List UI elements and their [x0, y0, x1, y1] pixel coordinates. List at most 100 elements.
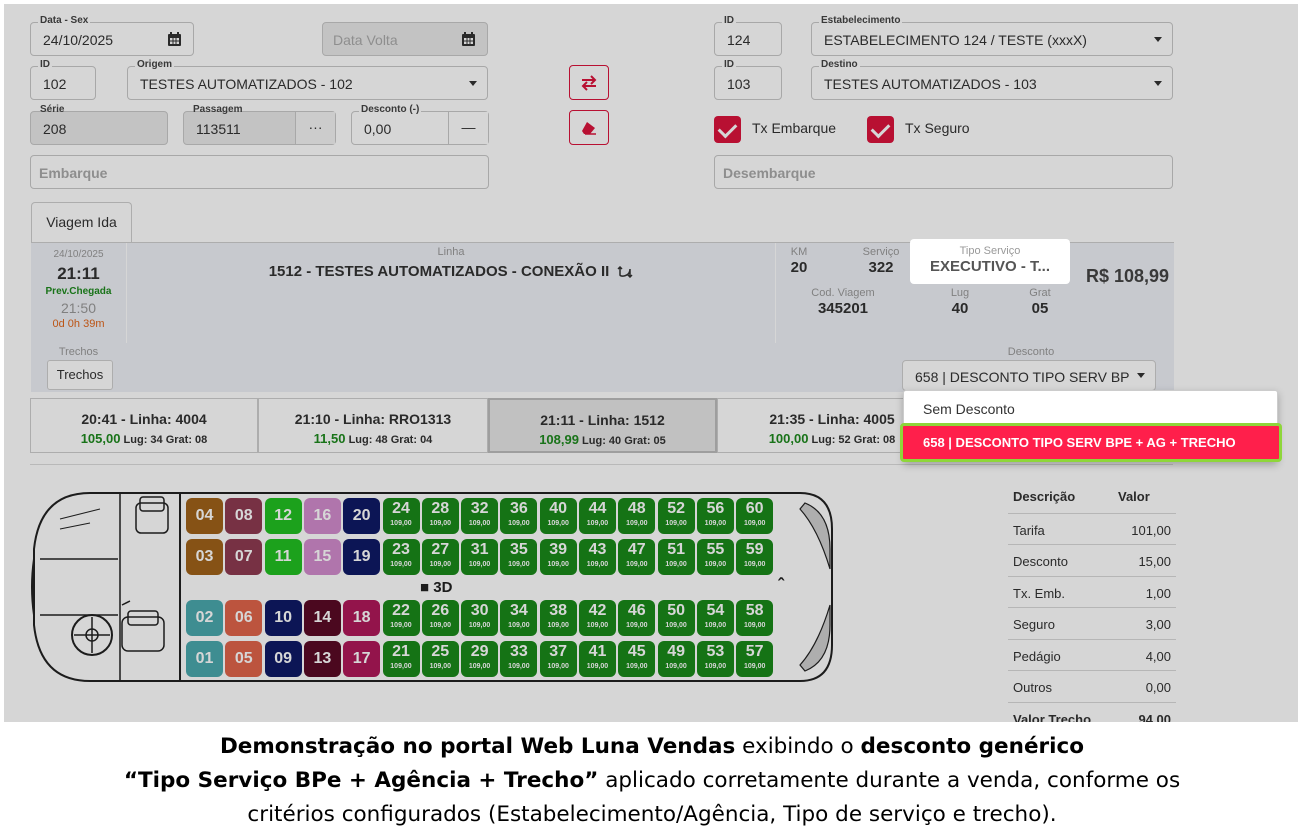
seat-41[interactable]: 41 109,00 — [579, 641, 616, 677]
estabelecimento-id-field[interactable]: ID 124 — [714, 15, 782, 56]
summary-header-desc: Descrição — [1013, 489, 1076, 504]
seat-04[interactable]: 04 — [186, 498, 223, 534]
trip-time: 21:11 — [57, 264, 100, 283]
seat-16[interactable]: 16 — [303, 498, 341, 534]
seat-09[interactable]: 09 — [264, 641, 302, 677]
destino-id-field[interactable]: ID 103 — [714, 59, 782, 100]
seat-42[interactable]: 42 109,00 — [579, 600, 616, 636]
seat-05[interactable]: 05 — [225, 641, 263, 677]
seat-number: 56 — [706, 500, 725, 517]
trip-option-2[interactable]: 21:10 - Linha: RRO1313 11,50 Lug: 48 Gra… — [258, 398, 488, 453]
destino-select[interactable]: Destino TESTES AUTOMATIZADOS - 103 — [811, 59, 1173, 100]
estabelecimento-select[interactable]: Estabelecimento ESTABELECIMENTO 124 / TE… — [811, 15, 1173, 56]
tx-seguro-checkbox[interactable] — [867, 116, 894, 143]
seat-price: 109,00 — [704, 622, 727, 629]
seat-27[interactable]: 27 109,00 — [421, 539, 459, 575]
eraser-icon — [582, 122, 596, 135]
seat-48[interactable]: 48 109,00 — [618, 498, 656, 534]
seat-59[interactable]: 59 109,00 — [736, 539, 774, 575]
seat-01[interactable]: 01 — [186, 641, 223, 677]
seat-14[interactable]: 14 — [303, 600, 341, 636]
data-ida-field[interactable]: Data - Sex 24/10/2025 — [30, 15, 194, 56]
dropdown-option-desconto-label: 658 | DESCONTO TIPO SERV BPE + AG + TREC… — [923, 435, 1236, 450]
seat-12[interactable]: 12 — [264, 498, 302, 534]
seat-60[interactable]: 60 109,00 — [736, 498, 774, 534]
seat-34[interactable]: 34 109,00 — [500, 600, 538, 636]
seat-40[interactable]: 40 109,00 — [539, 498, 577, 534]
seat-50[interactable]: 50 109,00 — [657, 600, 695, 636]
seat-24[interactable]: 24 109,00 — [382, 498, 420, 534]
clear-button[interactable] — [569, 110, 609, 145]
seat-18[interactable]: 18 — [343, 600, 381, 636]
summary-total-row: Valor Trecho 94,00 — [1008, 703, 1176, 723]
seat-17[interactable]: 17 — [343, 641, 381, 677]
desconto-field[interactable]: Desconto (-) 0,00 — — [351, 104, 489, 145]
seat-19[interactable]: 19 — [343, 539, 381, 575]
passagem-field[interactable]: Passagem 113511 ··· — [183, 104, 336, 145]
seat-28[interactable]: 28 109,00 — [421, 498, 459, 534]
seat-52[interactable]: 52 109,00 — [657, 498, 695, 534]
seat-56[interactable]: 56 109,00 — [696, 498, 734, 534]
calendar-icon[interactable] — [168, 32, 181, 46]
seat-53[interactable]: 53 109,00 — [696, 641, 734, 677]
tab-viagem-ida[interactable]: Viagem Ida — [31, 202, 132, 242]
seat-15[interactable]: 15 — [303, 539, 341, 575]
dropdown-option-desconto-658[interactable]: 658 | DESCONTO TIPO SERV BPE + AG + TREC… — [900, 423, 1282, 462]
seat-10[interactable]: 10 — [264, 600, 302, 636]
origem-select[interactable]: Origem TESTES AUTOMATIZADOS - 102 — [127, 59, 488, 100]
seat-44[interactable]: 44 109,00 — [579, 498, 616, 534]
seat-02[interactable]: 02 — [186, 600, 223, 636]
trip-option-1[interactable]: 20:41 - Linha: 4004 105,00 Lug: 34 Grat:… — [30, 398, 258, 453]
desembarque-field[interactable]: Desembarque — [714, 155, 1173, 189]
seat-20[interactable]: 20 — [343, 498, 381, 534]
seat-25[interactable]: 25 109,00 — [421, 641, 459, 677]
seat-46[interactable]: 46 109,00 — [618, 600, 656, 636]
seat-45[interactable]: 45 109,00 — [618, 641, 656, 677]
seat-43[interactable]: 43 109,00 — [579, 539, 616, 575]
seat-38[interactable]: 38 109,00 — [539, 600, 577, 636]
seat-37[interactable]: 37 109,00 — [539, 641, 577, 677]
seat-33[interactable]: 33 109,00 — [500, 641, 538, 677]
seat-22[interactable]: 22 109,00 — [382, 600, 420, 636]
data-volta-field[interactable]: Data Volta — [322, 22, 488, 56]
seat-23[interactable]: 23 109,00 — [382, 539, 420, 575]
seat-54[interactable]: 54 109,00 — [696, 600, 734, 636]
dropdown-option-sem-desconto[interactable]: Sem Desconto — [923, 401, 1015, 417]
seat-49[interactable]: 49 109,00 — [657, 641, 695, 677]
calendar-icon[interactable] — [462, 32, 475, 46]
seat-07[interactable]: 07 — [225, 539, 263, 575]
tx-embarque-checkbox[interactable] — [714, 116, 741, 143]
desconto-minus-button[interactable]: — — [448, 112, 488, 144]
seat-51[interactable]: 51 109,00 — [657, 539, 695, 575]
seat-06[interactable]: 06 — [225, 600, 263, 636]
seat-11[interactable]: 11 — [264, 539, 302, 575]
summary-val: 1,00 — [1145, 585, 1171, 601]
seat-price: 109,00 — [468, 520, 491, 527]
seat-number: 40 — [549, 500, 568, 517]
seat-47[interactable]: 47 109,00 — [618, 539, 656, 575]
swap-route-button[interactable] — [569, 65, 609, 100]
seat-03[interactable]: 03 — [186, 539, 223, 575]
seat-32[interactable]: 32 109,00 — [461, 498, 499, 534]
seat-36[interactable]: 36 109,00 — [500, 498, 538, 534]
seat-55[interactable]: 55 109,00 — [696, 539, 734, 575]
seat-31[interactable]: 31 109,00 — [461, 539, 499, 575]
seat-39[interactable]: 39 109,00 — [539, 539, 577, 575]
seat-08[interactable]: 08 — [225, 498, 263, 534]
seat-26[interactable]: 26 109,00 — [421, 600, 459, 636]
seat-30[interactable]: 30 109,00 — [461, 600, 499, 636]
seat-13[interactable]: 13 — [303, 641, 341, 677]
seat-35[interactable]: 35 109,00 — [500, 539, 538, 575]
embarque-field[interactable]: Embarque — [30, 155, 489, 189]
summary-desc: Pedágio — [1013, 648, 1061, 664]
seat-21[interactable]: 21 109,00 — [382, 641, 420, 677]
passagem-more-button[interactable]: ··· — [295, 112, 335, 144]
seat-29[interactable]: 29 109,00 — [461, 641, 499, 677]
origem-id-field[interactable]: ID 102 — [30, 59, 96, 100]
chevron-up-icon[interactable]: ˆ — [778, 575, 784, 596]
seat-57[interactable]: 57 109,00 — [736, 641, 774, 677]
trechos-button[interactable]: Trechos — [47, 360, 113, 390]
trip-option-3-selected[interactable]: 21:11 - Linha: 1512 108,99 Lug: 40 Grat:… — [488, 398, 717, 453]
desconto-select[interactable]: 658 | DESCONTO TIPO SERV BP — [902, 360, 1156, 391]
seat-58[interactable]: 58 109,00 — [736, 600, 774, 636]
